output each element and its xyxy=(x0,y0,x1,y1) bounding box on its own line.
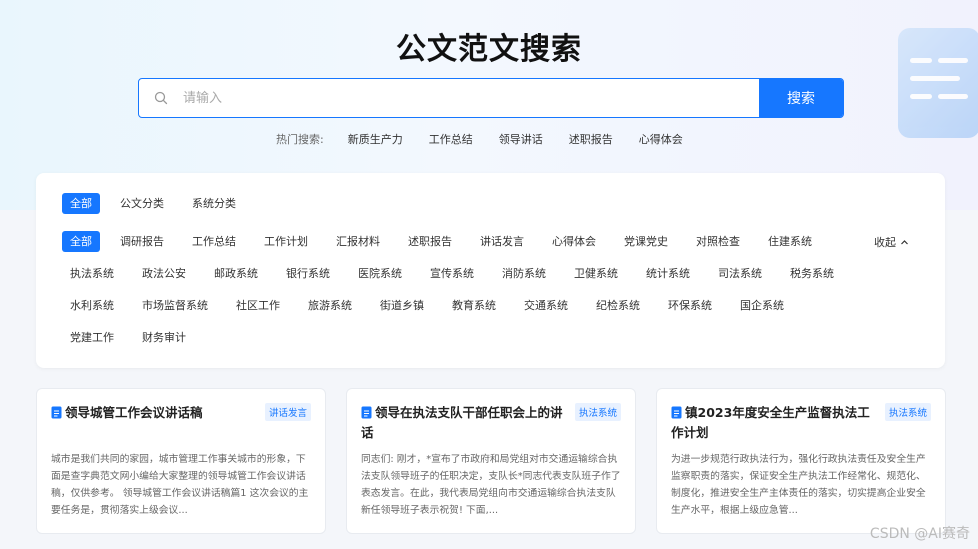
filter-row: 水利系统 市场监督系统 社区工作 旅游系统 街道乡镇 教育系统 交通系统 纪检系… xyxy=(62,295,792,316)
card-title-wrap: 领导城管工作会议讲话稿 xyxy=(51,403,256,423)
card-excerpt: 城市是我们共同的家园，城市管理工作事关城市的形象，下面是查字典范文网小编给大家整… xyxy=(51,454,309,516)
hot-search-item[interactable]: 工作总结 xyxy=(429,131,473,147)
card-title-wrap: 镇2023年度安全生产监督执法工作计划 xyxy=(671,403,876,443)
document-icon xyxy=(671,406,682,419)
filter-pill[interactable]: 述职报告 xyxy=(400,231,460,252)
filter-pill[interactable]: 纪检系统 xyxy=(588,295,648,316)
filter-pill[interactable]: 住建系统 xyxy=(760,231,820,252)
category-badge: 执法系统 xyxy=(884,403,931,421)
filter-pill[interactable]: 汇报材料 xyxy=(328,231,388,252)
search-input[interactable] xyxy=(183,79,759,117)
document-icon xyxy=(51,406,62,419)
filter-pill[interactable]: 党建工作 xyxy=(62,327,122,348)
hot-search-item[interactable]: 新质生产力 xyxy=(348,131,403,147)
filter-pill[interactable]: 执法系统 xyxy=(62,263,122,284)
filter-pill[interactable]: 国企系统 xyxy=(732,295,792,316)
tab-document-category[interactable]: 公文分类 xyxy=(112,193,172,214)
filter-pill[interactable]: 卫健系统 xyxy=(566,263,626,284)
card-title[interactable]: 镇2023年度安全生产监督执法工作计划 xyxy=(671,405,870,440)
filter-pill[interactable]: 对照检查 xyxy=(688,231,748,252)
article-card[interactable]: 领导城管工作会议讲话稿 讲话发言 城市是我们共同的家园，城市管理工作事关城市的形… xyxy=(36,388,326,534)
filter-panel: 全部 公文分类 系统分类 全部 调研报告 工作总结 工作计划 汇报材料 述职报告… xyxy=(36,173,945,368)
filter-pill[interactable]: 旅游系统 xyxy=(300,295,360,316)
card-excerpt: 同志们: 刚才，*宣布了市政府和局党组对市交通运输综合执法支队领导班子的任职决定… xyxy=(361,454,621,516)
filter-pill[interactable]: 教育系统 xyxy=(444,295,504,316)
filter-pill[interactable]: 市场监督系统 xyxy=(134,295,216,316)
document-icon xyxy=(361,406,372,419)
collapse-label: 收起 xyxy=(874,236,896,249)
hot-search-item[interactable]: 述职报告 xyxy=(569,131,613,147)
watermark: CSDN @AI赛奇 xyxy=(869,526,970,542)
search-bar: 搜索 xyxy=(138,78,844,118)
filter-pill[interactable]: 政法公安 xyxy=(134,263,194,284)
filter-pill[interactable]: 税务系统 xyxy=(782,263,842,284)
collapse-button[interactable]: 收起 xyxy=(874,234,909,250)
card-excerpt: 为进一步规范行政执法行为，强化行政执法责任及安全生产监察职责的落实，保证安全生产… xyxy=(671,454,926,516)
card-title[interactable]: 领导在执法支队干部任职会上的讲话 xyxy=(361,405,563,440)
filter-pill[interactable]: 水利系统 xyxy=(62,295,122,316)
filter-row: 全部 调研报告 工作总结 工作计划 汇报材料 述职报告 讲话发言 心得体会 党课… xyxy=(62,231,820,252)
filter-pill[interactable]: 党课党史 xyxy=(616,231,676,252)
tab-all[interactable]: 全部 xyxy=(62,193,100,214)
tab-system-category[interactable]: 系统分类 xyxy=(184,193,244,214)
search-icon xyxy=(139,79,183,117)
article-card[interactable]: 镇2023年度安全生产监督执法工作计划 执法系统 为进一步规范行政执法行为，强化… xyxy=(656,388,946,534)
filter-row: 党建工作 财务审计 xyxy=(62,327,194,348)
filter-pill[interactable]: 工作计划 xyxy=(256,231,316,252)
search-button[interactable]: 搜索 xyxy=(759,79,843,117)
hot-search-item[interactable]: 心得体会 xyxy=(639,131,683,147)
filter-pill[interactable]: 司法系统 xyxy=(710,263,770,284)
filter-pill[interactable]: 全部 xyxy=(62,231,100,252)
card-title[interactable]: 领导城管工作会议讲话稿 xyxy=(65,405,203,420)
filter-pill[interactable]: 心得体会 xyxy=(544,231,604,252)
filter-row: 执法系统 政法公安 邮政系统 银行系统 医院系统 宣传系统 消防系统 卫健系统 … xyxy=(62,263,842,284)
filter-pill[interactable]: 统计系统 xyxy=(638,263,698,284)
filter-pill[interactable]: 交通系统 xyxy=(516,295,576,316)
filter-pill[interactable]: 调研报告 xyxy=(112,231,172,252)
filter-pill[interactable]: 工作总结 xyxy=(184,231,244,252)
filter-type-tabs: 全部 公文分类 系统分类 xyxy=(62,193,244,214)
chevron-up-icon xyxy=(901,239,908,244)
filter-pill[interactable]: 银行系统 xyxy=(278,263,338,284)
hot-searches: 热门搜索: 新质生产力 工作总结 领导讲话 述职报告 心得体会 xyxy=(276,131,709,147)
filter-pill[interactable]: 宣传系统 xyxy=(422,263,482,284)
hot-search-label: 热门搜索: xyxy=(276,133,324,146)
filter-pill[interactable]: 讲话发言 xyxy=(472,231,532,252)
filter-pill[interactable]: 医院系统 xyxy=(350,263,410,284)
card-title-wrap: 领导在执法支队干部任职会上的讲话 xyxy=(361,403,566,443)
category-badge: 执法系统 xyxy=(574,403,621,421)
category-badge: 讲话发言 xyxy=(264,403,311,421)
filter-pill[interactable]: 街道乡镇 xyxy=(372,295,432,316)
filter-pill[interactable]: 邮政系统 xyxy=(206,263,266,284)
filter-pill[interactable]: 财务审计 xyxy=(134,327,194,348)
page-title: 公文范文搜索 xyxy=(396,32,582,67)
hot-search-item[interactable]: 领导讲话 xyxy=(499,131,543,147)
filter-pill[interactable]: 消防系统 xyxy=(494,263,554,284)
filter-pill[interactable]: 环保系统 xyxy=(660,295,720,316)
filter-pill[interactable]: 社区工作 xyxy=(228,295,288,316)
article-card[interactable]: 领导在执法支队干部任职会上的讲话 执法系统 同志们: 刚才，*宣布了市政府和局党… xyxy=(346,388,636,534)
